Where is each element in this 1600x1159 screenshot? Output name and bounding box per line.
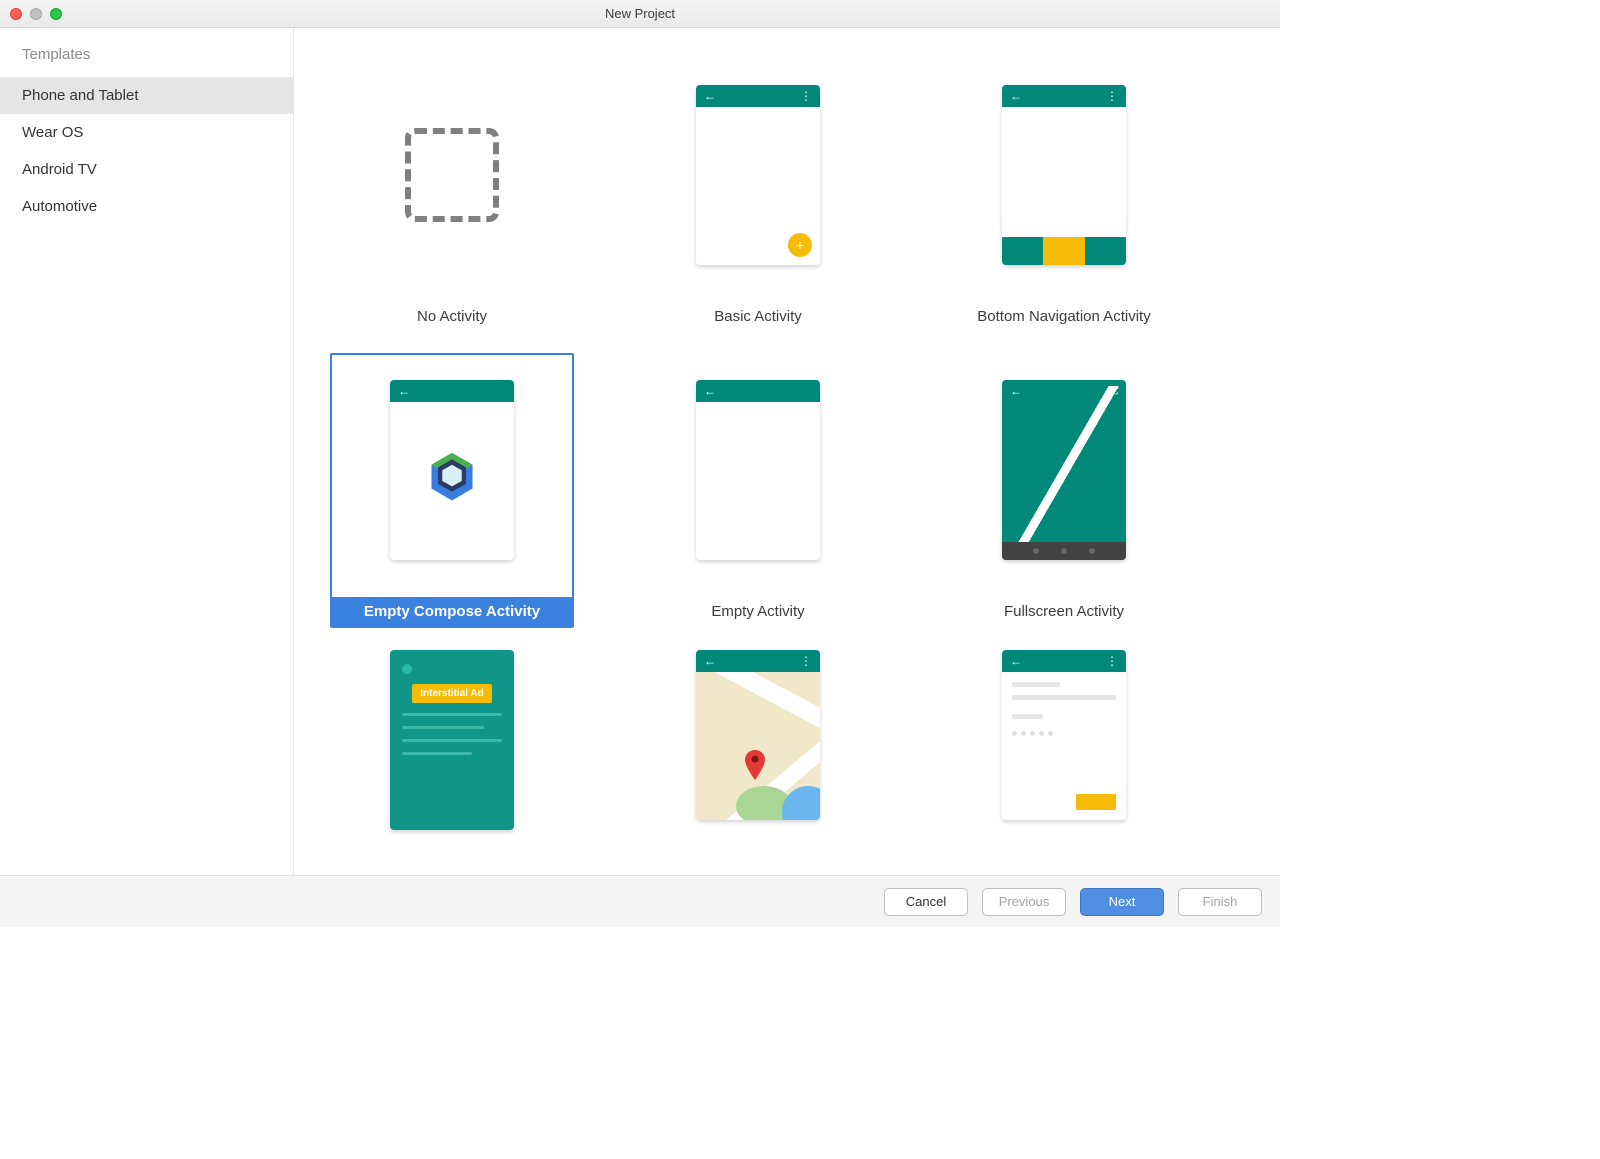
template-preview: Interstitial Ad — [330, 650, 574, 820]
button-label: Finish — [1203, 894, 1238, 909]
sidebar-item-label: Wear OS — [22, 124, 83, 141]
back-arrow-icon — [398, 384, 410, 398]
bottom-nav-icon — [1002, 237, 1126, 265]
map-preview-icon — [696, 672, 820, 820]
dashed-placeholder-icon — [405, 128, 499, 222]
template-map-activity[interactable] — [636, 648, 880, 822]
sidebar-item-label: Android TV — [22, 161, 97, 178]
footer: Cancel Previous Next Finish — [0, 875, 1280, 927]
template-list-activity[interactable] — [942, 648, 1186, 822]
back-arrow-icon — [1010, 654, 1022, 668]
template-fullscreen-activity[interactable]: Fullscreen Activity — [942, 353, 1186, 628]
next-button[interactable]: Next — [1080, 888, 1164, 916]
window-title: New Project — [0, 6, 1280, 21]
sidebar-item-phone-tablet[interactable]: Phone and Tablet — [0, 77, 293, 114]
template-bottom-nav-activity[interactable]: Bottom Navigation Activity — [942, 58, 1186, 333]
dot-icon — [402, 664, 412, 674]
template-label: Empty Activity — [638, 597, 878, 626]
back-arrow-icon — [1010, 89, 1022, 103]
android-nav-bar-icon — [1002, 542, 1126, 560]
template-label: Fullscreen Activity — [944, 597, 1184, 626]
template-preview — [636, 355, 880, 585]
template-preview — [330, 355, 574, 585]
template-preview — [942, 355, 1186, 585]
template-preview — [636, 650, 880, 820]
back-arrow-icon — [704, 89, 716, 103]
template-label: No Activity — [332, 302, 572, 331]
back-arrow-icon — [704, 384, 716, 398]
button-label: Cancel — [906, 894, 946, 909]
compose-logo-icon — [425, 450, 479, 504]
template-basic-activity[interactable]: + Basic Activity — [636, 58, 880, 333]
interstitial-ad-badge: Interstitial Ad — [412, 684, 492, 703]
sidebar-item-android-tv[interactable]: Android TV — [0, 151, 293, 188]
template-grid-container: No Activity + Basic Activity — [294, 28, 1280, 875]
sidebar-item-label: Automotive — [22, 198, 97, 215]
sidebar-header: Templates — [0, 28, 293, 77]
previous-button[interactable]: Previous — [982, 888, 1066, 916]
template-ad-activity[interactable]: Interstitial Ad — [330, 648, 574, 822]
overflow-icon — [1106, 89, 1118, 103]
template-preview — [330, 60, 574, 290]
template-empty-compose-activity[interactable]: Empty Compose Activity — [330, 353, 574, 628]
sidebar-item-label: Phone and Tablet — [22, 87, 139, 104]
template-no-activity[interactable]: No Activity — [330, 58, 574, 333]
sidebar-item-automotive[interactable]: Automotive — [0, 188, 293, 225]
map-pin-icon — [744, 750, 766, 785]
titlebar: New Project — [0, 0, 1280, 28]
action-chip-icon — [1076, 794, 1116, 810]
template-empty-activity[interactable]: Empty Activity — [636, 353, 880, 628]
cancel-button[interactable]: Cancel — [884, 888, 968, 916]
finish-button[interactable]: Finish — [1178, 888, 1262, 916]
overflow-icon — [1106, 654, 1118, 668]
template-preview: + — [636, 60, 880, 290]
button-label: Previous — [999, 894, 1050, 909]
fab-icon: + — [788, 233, 812, 257]
sidebar: Templates Phone and Tablet Wear OS Andro… — [0, 28, 294, 875]
back-arrow-icon — [704, 654, 716, 668]
template-label: Basic Activity — [638, 302, 878, 331]
sidebar-item-wear-os[interactable]: Wear OS — [0, 114, 293, 151]
button-label: Next — [1109, 894, 1136, 909]
overflow-icon — [800, 654, 812, 668]
template-label: Bottom Navigation Activity — [944, 302, 1184, 331]
template-label: Empty Compose Activity — [332, 597, 572, 626]
template-preview — [942, 650, 1186, 820]
template-preview — [942, 60, 1186, 290]
overflow-icon — [800, 89, 812, 103]
